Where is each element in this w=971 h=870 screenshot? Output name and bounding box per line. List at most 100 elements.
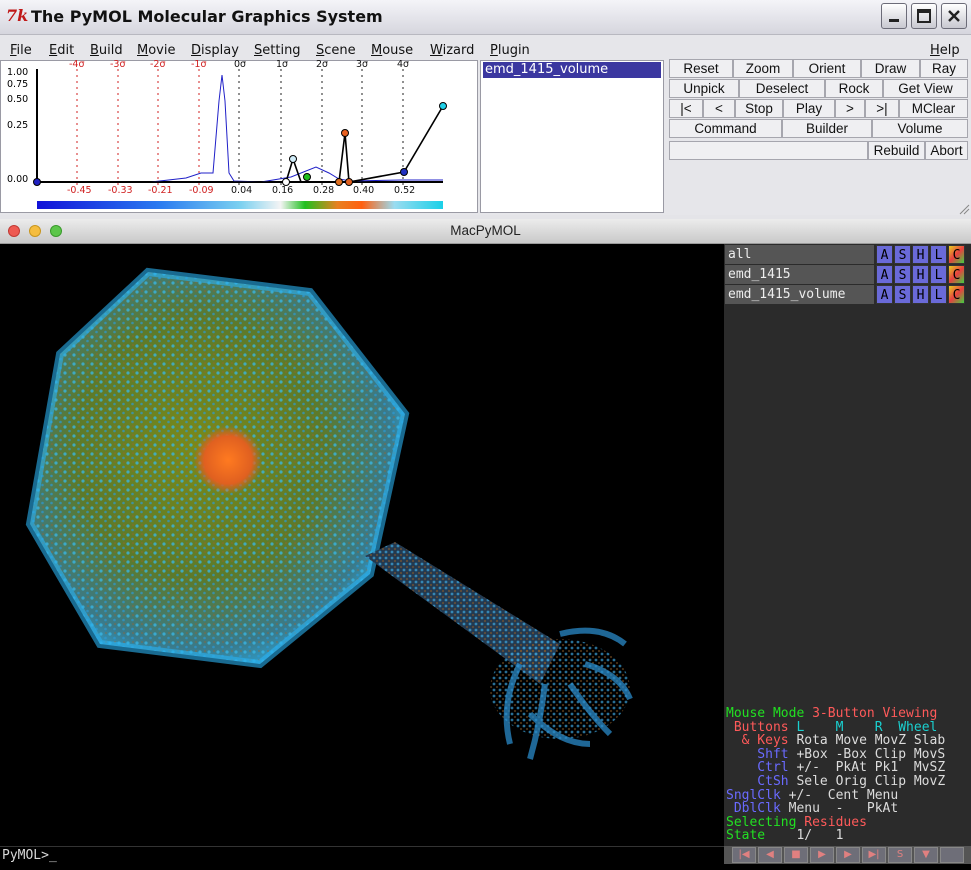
hide-button[interactable]: H <box>912 285 929 304</box>
minimize-button[interactable] <box>881 3 907 29</box>
show-button[interactable]: S <box>894 245 911 264</box>
mouse-mode-help[interactable]: Mouse Mode 3-Button Viewing Buttons L M … <box>726 707 971 843</box>
last-frame-button[interactable]: ▶| <box>862 847 886 863</box>
action-button[interactable]: A <box>876 265 893 284</box>
deselect-button[interactable]: Deselect <box>739 79 825 98</box>
color-button[interactable]: C <box>948 285 965 304</box>
sigma-gridlines <box>76 69 404 185</box>
movie-controls: |◀ ◀ ■ ▶ ▶ ▶| S ▼ <box>724 846 971 864</box>
abort-button[interactable]: Abort <box>925 141 968 160</box>
next-frame-button[interactable]: ▶ <box>836 847 860 863</box>
sigma-label: 2σ <box>316 59 329 70</box>
zoom-button[interactable]: Zoom <box>733 59 793 78</box>
object-name[interactable]: emd_1415 <box>725 265 874 284</box>
viewer-title: MacPyMOL <box>450 223 521 238</box>
x-tick-label: -0.09 <box>189 185 214 196</box>
play-movie-button[interactable]: ▶ <box>810 847 834 863</box>
sigma-label: 3σ <box>356 59 369 70</box>
state-value: 1/ 1 <box>772 828 844 844</box>
menu-plugin[interactable]: Plugin <box>490 43 530 58</box>
sigma-label: -4σ <box>69 59 85 70</box>
phage-volume-render <box>25 267 633 760</box>
volume-ramp-editor[interactable]: 1.00 0.75 0.50 0.25 0.00 -4σ -3σ -2σ -1σ… <box>0 59 478 213</box>
color-button[interactable]: C <box>948 265 965 284</box>
density-histogram <box>37 74 443 183</box>
label-button[interactable]: L <box>930 285 947 304</box>
menu-setting[interactable]: Setting <box>254 43 301 58</box>
command-line-input[interactable]: PyMOL>_ <box>0 846 724 864</box>
back-button[interactable]: < <box>703 99 735 118</box>
prev-frame-button[interactable]: ◀ <box>758 847 782 863</box>
viewer-window: MacPyMOL all A S H L C emd_1415 A S H L … <box>0 219 971 870</box>
label-button[interactable]: L <box>930 245 947 264</box>
y-tick-label: 1.00 <box>7 67 29 78</box>
reset-button[interactable]: Reset <box>669 59 733 78</box>
sigma-label: 0σ <box>234 59 247 70</box>
menu-bar: File Edit Build Movie Display Setting Sc… <box>0 40 971 60</box>
menu-movie[interactable]: Movie <box>137 43 175 58</box>
color-button[interactable]: C <box>948 245 965 264</box>
menu-build[interactable]: Build <box>90 43 123 58</box>
mclear-button[interactable]: MClear <box>899 99 968 118</box>
menu-file[interactable]: File <box>10 43 32 58</box>
command-input[interactable] <box>669 141 868 160</box>
unpick-button[interactable]: Unpick <box>669 79 739 98</box>
orient-button[interactable]: Orient <box>793 59 861 78</box>
ramp-polyline <box>37 105 444 183</box>
resize-corner-icon[interactable] <box>940 847 964 863</box>
sigma-label: -1σ <box>191 59 207 70</box>
close-button[interactable] <box>941 3 967 29</box>
menu-scene[interactable]: Scene <box>316 43 356 58</box>
volume-button[interactable]: Volume <box>872 119 968 138</box>
menu-wizard[interactable]: Wizard <box>430 43 474 58</box>
x-tick-label: 0.04 <box>231 185 253 196</box>
show-button[interactable]: S <box>894 285 911 304</box>
window-title: The PyMOL Molecular Graphics System <box>31 7 383 26</box>
sigma-label: -2σ <box>150 59 166 70</box>
selected-volume-object[interactable]: emd_1415_volume <box>483 62 661 78</box>
menu-help[interactable]: Help <box>930 43 960 58</box>
menu-toggle-button[interactable]: ▼ <box>914 847 938 863</box>
rewind-button[interactable]: |< <box>669 99 703 118</box>
menu-edit[interactable]: Edit <box>49 43 74 58</box>
rock-button[interactable]: Rock <box>825 79 883 98</box>
scene-button[interactable]: S <box>888 847 912 863</box>
sigma-label: 4σ <box>397 59 410 70</box>
label-button[interactable]: L <box>930 265 947 284</box>
action-button[interactable]: A <box>876 285 893 304</box>
x-tick-label: -0.45 <box>67 185 92 196</box>
tk-logo-icon: 7k <box>6 6 29 25</box>
volume-object-list: emd_1415_volume <box>480 60 664 213</box>
end-button[interactable]: >| <box>865 99 899 118</box>
show-button[interactable]: S <box>894 265 911 284</box>
rebuild-button[interactable]: Rebuild <box>868 141 925 160</box>
command-button[interactable]: Command <box>669 119 782 138</box>
menu-mouse[interactable]: Mouse <box>371 43 413 58</box>
forward-button[interactable]: > <box>835 99 865 118</box>
object-name[interactable]: emd_1415_volume <box>725 285 874 304</box>
resize-grip-icon[interactable] <box>958 200 970 215</box>
y-tick-label: 0.00 <box>7 174 29 185</box>
ray-button[interactable]: Ray <box>920 59 968 78</box>
ramp-control-points[interactable] <box>33 102 447 186</box>
hide-button[interactable]: H <box>912 265 929 284</box>
x-tick-label: 0.52 <box>394 185 416 196</box>
builder-button[interactable]: Builder <box>782 119 872 138</box>
get-view-button[interactable]: Get View <box>883 79 968 98</box>
stop-button[interactable]: Stop <box>735 99 783 118</box>
maximize-button[interactable] <box>911 3 937 29</box>
menu-display[interactable]: Display <box>191 43 239 58</box>
object-row-all: all A S H L C <box>725 245 971 264</box>
y-tick-label: 0.50 <box>7 94 29 105</box>
play-button[interactable]: Play <box>783 99 835 118</box>
3d-viewport[interactable] <box>0 244 724 846</box>
object-name[interactable]: all <box>725 245 874 264</box>
draw-button[interactable]: Draw <box>861 59 920 78</box>
capsid-core <box>194 426 262 494</box>
sigma-label: -3σ <box>110 59 126 70</box>
hide-button[interactable]: H <box>912 245 929 264</box>
action-button[interactable]: A <box>876 245 893 264</box>
stop-movie-button[interactable]: ■ <box>784 847 808 863</box>
viewer-title-bar: MacPyMOL <box>0 219 971 244</box>
first-frame-button[interactable]: |◀ <box>732 847 756 863</box>
